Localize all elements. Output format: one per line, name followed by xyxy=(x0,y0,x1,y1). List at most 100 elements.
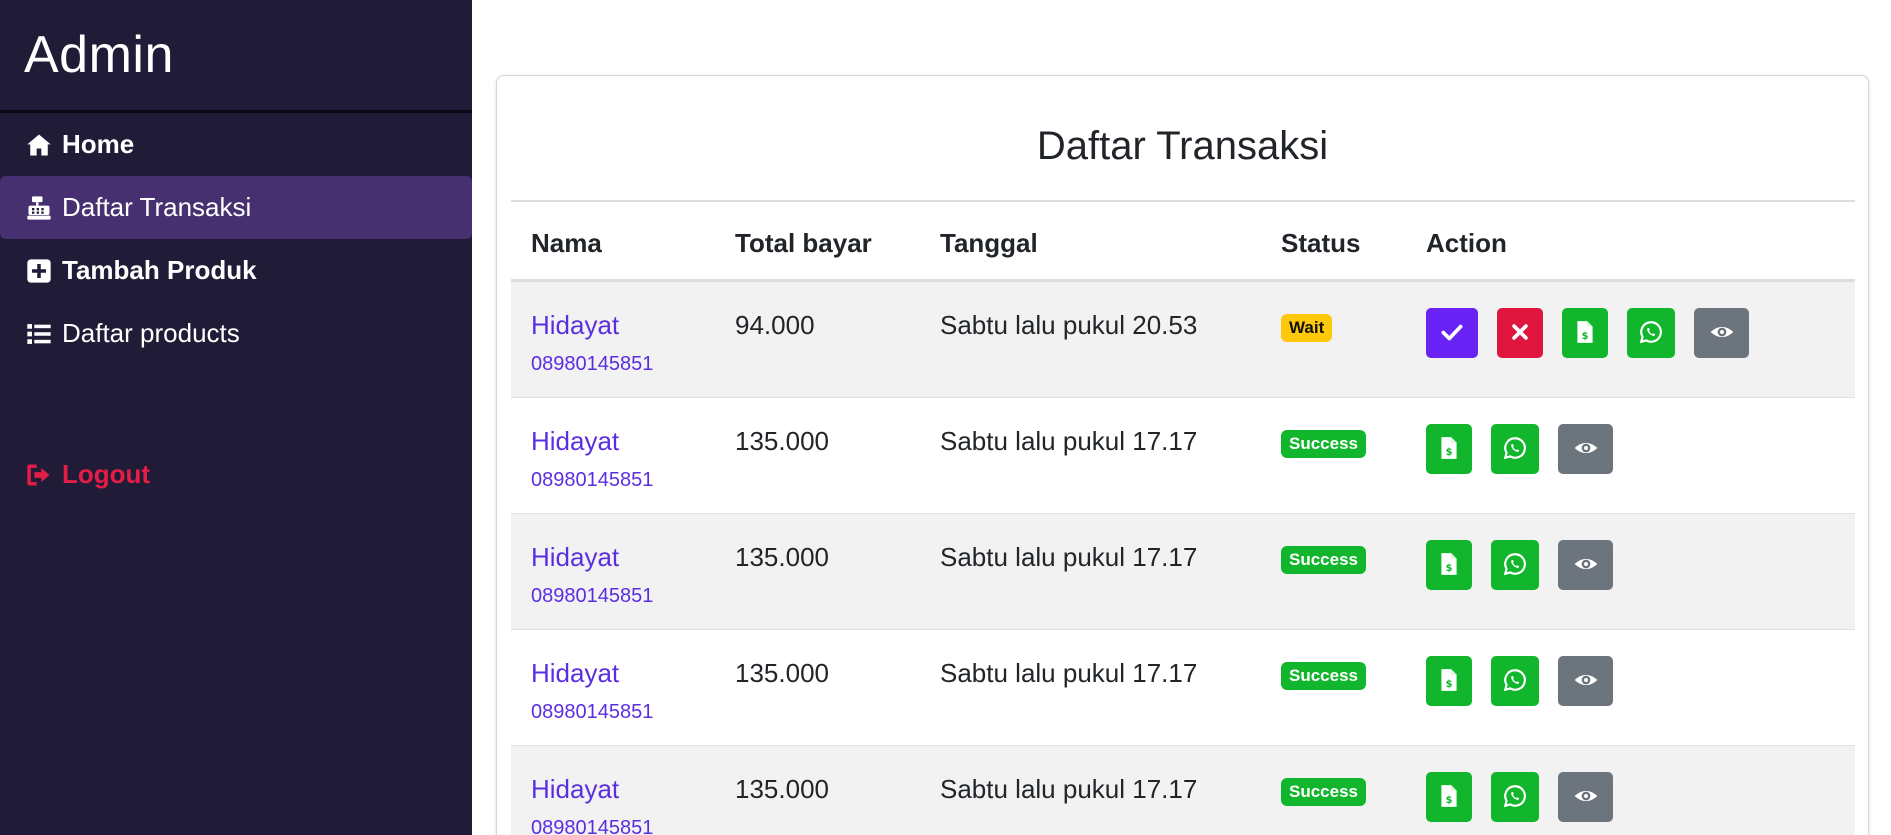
invoice-button[interactable]: $ xyxy=(1562,308,1608,358)
sign-out-icon xyxy=(24,460,54,490)
status-cell: Success xyxy=(1281,662,1366,690)
sidebar-item-tambah-produk[interactable]: Tambah Produk xyxy=(0,239,472,302)
whatsapp-icon xyxy=(1502,667,1528,696)
sidebar-item-home[interactable]: Home xyxy=(0,113,472,176)
sidebar-item-daftar-transaksi[interactable]: Daftar Transaksi xyxy=(0,176,472,239)
customer-phone-link[interactable]: 08980145851 xyxy=(531,701,653,724)
approve-button[interactable] xyxy=(1426,308,1478,358)
reject-button[interactable] xyxy=(1497,308,1543,358)
action-buttons: $ xyxy=(1426,540,1632,590)
whatsapp-icon xyxy=(1502,783,1528,812)
tanggal: Sabtu lalu pukul 17.17 xyxy=(940,426,1198,456)
total-bayar: 135.000 xyxy=(735,658,829,688)
invoice-button[interactable]: $ xyxy=(1426,656,1472,706)
eye-icon xyxy=(1573,435,1599,464)
customer-phone-link[interactable]: 08980145851 xyxy=(531,353,653,376)
customer-phone-link[interactable]: 08980145851 xyxy=(531,817,653,835)
sidebar-item-label: Home xyxy=(62,129,135,159)
total-bayar: 135.000 xyxy=(735,774,829,804)
eye-icon xyxy=(1573,783,1599,812)
customer-cell: Hidayat 08980145851 xyxy=(531,658,653,724)
action-buttons: $ xyxy=(1426,308,1768,358)
invoice-icon: $ xyxy=(1572,319,1598,348)
status-cell: Success xyxy=(1281,430,1366,458)
whatsapp-button[interactable] xyxy=(1491,656,1539,706)
column-header-total-bayar: Total bayar xyxy=(735,228,872,258)
customer-name-link[interactable]: Hidayat xyxy=(531,310,653,341)
view-button[interactable] xyxy=(1558,656,1613,706)
table-header: Nama Total bayar Tanggal Status Action xyxy=(511,202,1855,282)
transactions-table: Nama Total bayar Tanggal Status Action H… xyxy=(511,200,1855,835)
invoice-button[interactable]: $ xyxy=(1426,772,1472,822)
tanggal: Sabtu lalu pukul 17.17 xyxy=(940,774,1198,804)
customer-name-link[interactable]: Hidayat xyxy=(531,426,653,457)
customer-name-link[interactable]: Hidayat xyxy=(531,658,653,689)
whatsapp-icon xyxy=(1502,551,1528,580)
plus-square-icon xyxy=(24,256,54,286)
invoice-icon: $ xyxy=(1436,783,1462,812)
transactions-card: Daftar Transaksi Nama Total bayar Tangga… xyxy=(496,75,1869,835)
customer-cell: Hidayat 08980145851 xyxy=(531,426,653,492)
invoice-button[interactable]: $ xyxy=(1426,424,1472,474)
svg-text:$: $ xyxy=(1446,795,1453,806)
invoice-icon: $ xyxy=(1436,435,1462,464)
total-bayar: 135.000 xyxy=(735,542,829,572)
status-cell: Success xyxy=(1281,546,1366,574)
action-buttons: $ xyxy=(1426,424,1632,474)
column-header-status: Status xyxy=(1281,228,1361,258)
status-badge: Wait xyxy=(1281,314,1333,342)
total-bayar: 94.000 xyxy=(735,310,815,340)
page-title: Daftar Transaksi xyxy=(1036,124,1329,168)
table-row: Hidayat 08980145851 94.000 Sabtu lalu pu… xyxy=(511,282,1855,398)
table-row: Hidayat 08980145851 135.000 Sabtu lalu p… xyxy=(511,398,1855,514)
status-badge: Success xyxy=(1281,546,1366,574)
column-header-tanggal: Tanggal xyxy=(940,228,1038,258)
whatsapp-button[interactable] xyxy=(1491,540,1539,590)
status-badge: Success xyxy=(1281,430,1366,458)
brand-title: Admin xyxy=(24,26,174,84)
customer-cell: Hidayat 08980145851 xyxy=(531,774,653,835)
action-buttons: $ xyxy=(1426,656,1632,706)
table-row: Hidayat 08980145851 135.000 Sabtu lalu p… xyxy=(511,746,1855,835)
invoice-icon: $ xyxy=(1436,667,1462,696)
customer-cell: Hidayat 08980145851 xyxy=(531,542,653,608)
view-button[interactable] xyxy=(1694,308,1749,358)
tanggal: Sabtu lalu pukul 20.53 xyxy=(940,310,1198,340)
cash-register-icon xyxy=(24,193,54,223)
whatsapp-icon xyxy=(1502,435,1528,464)
action-buttons: $ xyxy=(1426,772,1632,822)
status-cell: Success xyxy=(1281,778,1366,806)
status-cell: Wait xyxy=(1281,314,1333,342)
whatsapp-button[interactable] xyxy=(1491,772,1539,822)
view-button[interactable] xyxy=(1558,772,1613,822)
status-badge: Success xyxy=(1281,662,1366,690)
sidebar-item-label: Tambah Produk xyxy=(62,255,257,285)
view-button[interactable] xyxy=(1558,424,1613,474)
sidebar-nav: Home Daftar Transaksi Tambah Produk Daft… xyxy=(0,113,472,365)
whatsapp-button[interactable] xyxy=(1627,308,1675,358)
customer-phone-link[interactable]: 08980145851 xyxy=(531,469,653,492)
home-icon xyxy=(24,130,54,160)
invoice-icon: $ xyxy=(1436,551,1462,580)
customer-name-link[interactable]: Hidayat xyxy=(531,774,653,805)
sidebar-brand: Admin xyxy=(0,0,472,113)
column-header-action: Action xyxy=(1426,228,1507,258)
customer-cell: Hidayat 08980145851 xyxy=(531,310,653,376)
table-row: Hidayat 08980145851 135.000 Sabtu lalu p… xyxy=(511,630,1855,746)
sidebar-item-label: Daftar products xyxy=(62,318,240,348)
eye-icon xyxy=(1573,551,1599,580)
customer-name-link[interactable]: Hidayat xyxy=(531,542,653,573)
customer-phone-link[interactable]: 08980145851 xyxy=(531,585,653,608)
logout-button[interactable]: Logout xyxy=(0,443,472,506)
invoice-button[interactable]: $ xyxy=(1426,540,1472,590)
check-icon xyxy=(1439,319,1465,348)
whatsapp-button[interactable] xyxy=(1491,424,1539,474)
tanggal: Sabtu lalu pukul 17.17 xyxy=(940,542,1198,572)
logout-label: Logout xyxy=(62,459,151,489)
table-row: Hidayat 08980145851 135.000 Sabtu lalu p… xyxy=(511,514,1855,630)
times-icon xyxy=(1507,319,1533,348)
svg-text:$: $ xyxy=(1446,447,1453,458)
sidebar-item-daftar-products[interactable]: Daftar products xyxy=(0,302,472,365)
svg-text:$: $ xyxy=(1446,563,1453,574)
view-button[interactable] xyxy=(1558,540,1613,590)
